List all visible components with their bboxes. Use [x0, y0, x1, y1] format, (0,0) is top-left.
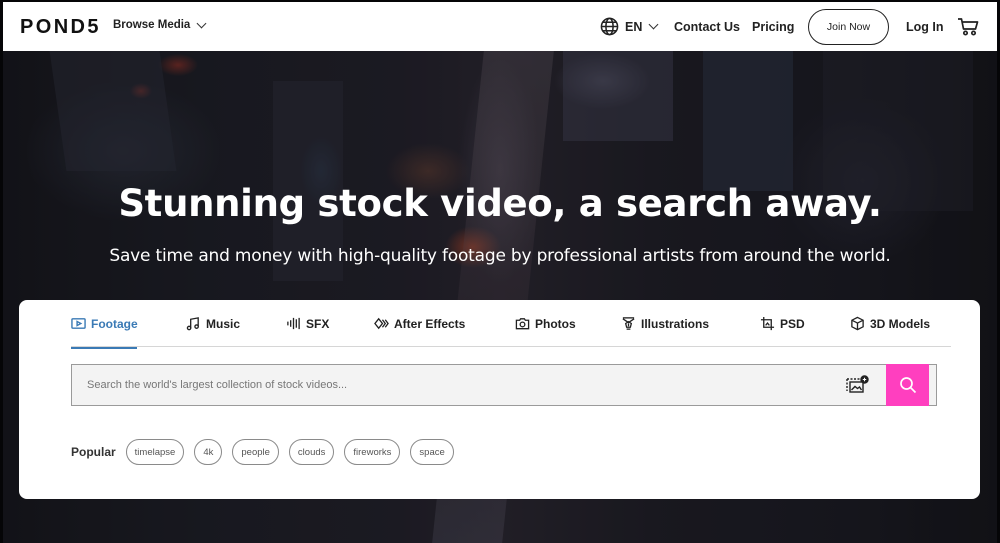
hero-background: Stunning stock video, a search away. Sav… — [3, 51, 997, 543]
popular-label: Popular — [71, 445, 116, 459]
browse-media-menu[interactable]: Browse Media — [113, 18, 207, 31]
language-label: EN — [625, 19, 643, 34]
log-in-link[interactable]: Log In — [906, 2, 944, 51]
play-icon — [71, 318, 86, 329]
pricing-link[interactable]: Pricing — [752, 2, 794, 51]
tab-label: Footage — [91, 316, 138, 331]
tab-illustrations[interactable]: Illustrations — [621, 300, 709, 347]
popular-tag[interactable]: fireworks — [344, 439, 401, 465]
popular-tag[interactable]: 4k — [194, 439, 223, 465]
tab-label: 3D Models — [870, 316, 931, 331]
tab-psd[interactable]: PSD — [760, 300, 805, 347]
language-selector[interactable]: EN — [600, 2, 659, 51]
pond5-logo[interactable]: POND5 — [20, 16, 101, 39]
active-tab-indicator — [71, 346, 137, 349]
join-now-button[interactable]: Join Now — [808, 9, 889, 45]
tab-footage[interactable]: Footage — [71, 300, 138, 349]
search-input[interactable] — [72, 365, 832, 405]
cube-icon — [851, 316, 864, 331]
popular-searches: Popular timelapse 4k people clouds firew… — [71, 439, 464, 465]
hero-headline: Stunning stock video, a search away. — [118, 182, 882, 225]
tab-music[interactable]: Music — [186, 300, 240, 347]
popular-tag[interactable]: people — [232, 439, 279, 465]
hero-subline: Save time and money with high-quality fo… — [109, 246, 891, 266]
cart-icon[interactable] — [957, 17, 979, 37]
tab-label: Photos — [535, 316, 576, 331]
tab-3d-models[interactable]: 3D Models — [850, 300, 930, 347]
media-type-tabs: Footage Music SFX After Effects Photos I… — [71, 300, 951, 349]
tab-sfx[interactable]: SFX — [286, 300, 329, 347]
popular-tag[interactable]: space — [410, 439, 454, 465]
chevron-down-icon — [648, 19, 659, 30]
tab-label: Illustrations — [641, 316, 710, 331]
tab-label: SFX — [306, 316, 330, 331]
popular-tag[interactable]: clouds — [288, 439, 335, 465]
music-note-icon — [186, 317, 199, 331]
after-effects-icon — [374, 317, 389, 330]
contact-us-link[interactable]: Contact Us — [674, 2, 740, 51]
image-search-icon[interactable] — [845, 375, 869, 395]
page-frame: POND5 Browse Media EN Contact Us Pricing… — [3, 2, 997, 543]
search-icon — [899, 377, 916, 394]
camera-icon — [515, 318, 530, 330]
browse-media-label: Browse Media — [113, 19, 191, 31]
search-bar — [71, 364, 937, 406]
tab-label: After Effects — [394, 316, 466, 331]
crop-icon — [760, 316, 775, 331]
globe-icon — [600, 17, 619, 36]
tab-after-effects[interactable]: After Effects — [374, 300, 465, 347]
tab-photos[interactable]: Photos — [515, 300, 576, 347]
chevron-down-icon — [196, 18, 207, 28]
popular-tag[interactable]: timelapse — [125, 439, 185, 465]
search-button[interactable] — [886, 364, 929, 406]
tab-label: Music — [206, 316, 241, 331]
search-card: Footage Music SFX After Effects Photos I… — [19, 300, 980, 499]
tab-label: PSD — [780, 316, 805, 331]
site-header: POND5 Browse Media EN Contact Us Pricing… — [3, 2, 997, 51]
pen-nib-icon — [622, 317, 635, 330]
sound-wave-icon — [287, 317, 300, 330]
